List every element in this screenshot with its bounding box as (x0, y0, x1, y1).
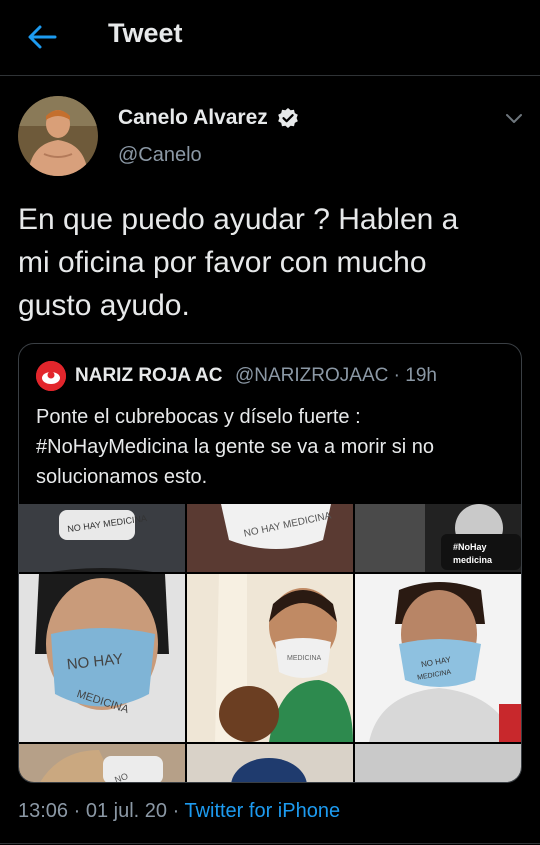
verified-badge-icon (278, 108, 298, 128)
tweet-text: En que puedo ayudar ? Hablen a mi oficin… (18, 198, 523, 327)
quoted-line: Ponte el cubrebocas y díselo fuerte : (36, 406, 361, 428)
photo-tile: NO HAY MEDICINA (355, 574, 521, 742)
tweet-line: En que puedo ayudar ? Hablen a (18, 203, 459, 236)
quoted-text: Ponte el cubrebocas y díselo fuerte : #N… (36, 402, 506, 492)
divider (0, 843, 540, 844)
quoted-author-meta: @NARIZROJAAC · 19h (235, 365, 437, 387)
photo-tile: NO HAY MEDICINA (19, 568, 185, 742)
separator-dot: · (393, 365, 406, 386)
photo-caption: #NoHay (453, 542, 487, 552)
tweet-line: gusto ayudo. (18, 289, 190, 322)
photo-tile: MEDICINA (187, 574, 353, 742)
tweet-time: 13:06 (18, 800, 69, 822)
photo-tile (355, 744, 521, 782)
nariz-roja-logo (36, 361, 66, 391)
quoted-author-handle: @NARIZROJAAC (235, 365, 389, 386)
top-bar: Tweet (0, 0, 540, 76)
source-link[interactable]: Twitter for iPhone (184, 800, 340, 822)
page-title: Tweet (108, 18, 183, 48)
tweet-meta: 13:06 · 01 jul. 20 · Twitter for iPhone (18, 800, 340, 823)
quoted-time: 19h (405, 365, 437, 386)
photo-tile: NO HAY MEDICINA (19, 504, 185, 572)
separator-dot: · (73, 800, 86, 822)
quoted-tweet[interactable]: NARIZ ROJA AC @NARIZROJAAC · 19h Ponte e… (18, 343, 522, 783)
mask-text: MEDICINA (287, 655, 322, 662)
photo-tile: NO HAY MEDICINA (187, 504, 353, 572)
quoted-author-name: NARIZ ROJA AC (75, 365, 223, 386)
quoted-line: solucionamos esto. (36, 466, 208, 488)
tweet-date: 01 jul. 20 (85, 800, 168, 822)
separator-dot: · (172, 800, 185, 822)
tweet-line: mi oficina por favor con mucho (18, 246, 427, 279)
photo-tile (187, 744, 353, 782)
quoted-line: #NoHayMedicina la gente se va a morir si… (36, 436, 434, 458)
photo-collage[interactable]: NO HAY MEDICINA NO HAY MEDICINA #NoHay m… (19, 504, 522, 783)
author-handle[interactable]: @Canelo (118, 144, 202, 167)
photo-caption: medicina (453, 555, 493, 565)
author-name[interactable]: Canelo Alvarez (118, 106, 268, 130)
photo-tile: NO (19, 744, 185, 782)
chevron-down-icon[interactable] (500, 106, 528, 130)
avatar[interactable] (18, 96, 98, 176)
back-arrow-icon[interactable] (22, 20, 62, 54)
photo-tile: #NoHay medicina (355, 504, 521, 572)
